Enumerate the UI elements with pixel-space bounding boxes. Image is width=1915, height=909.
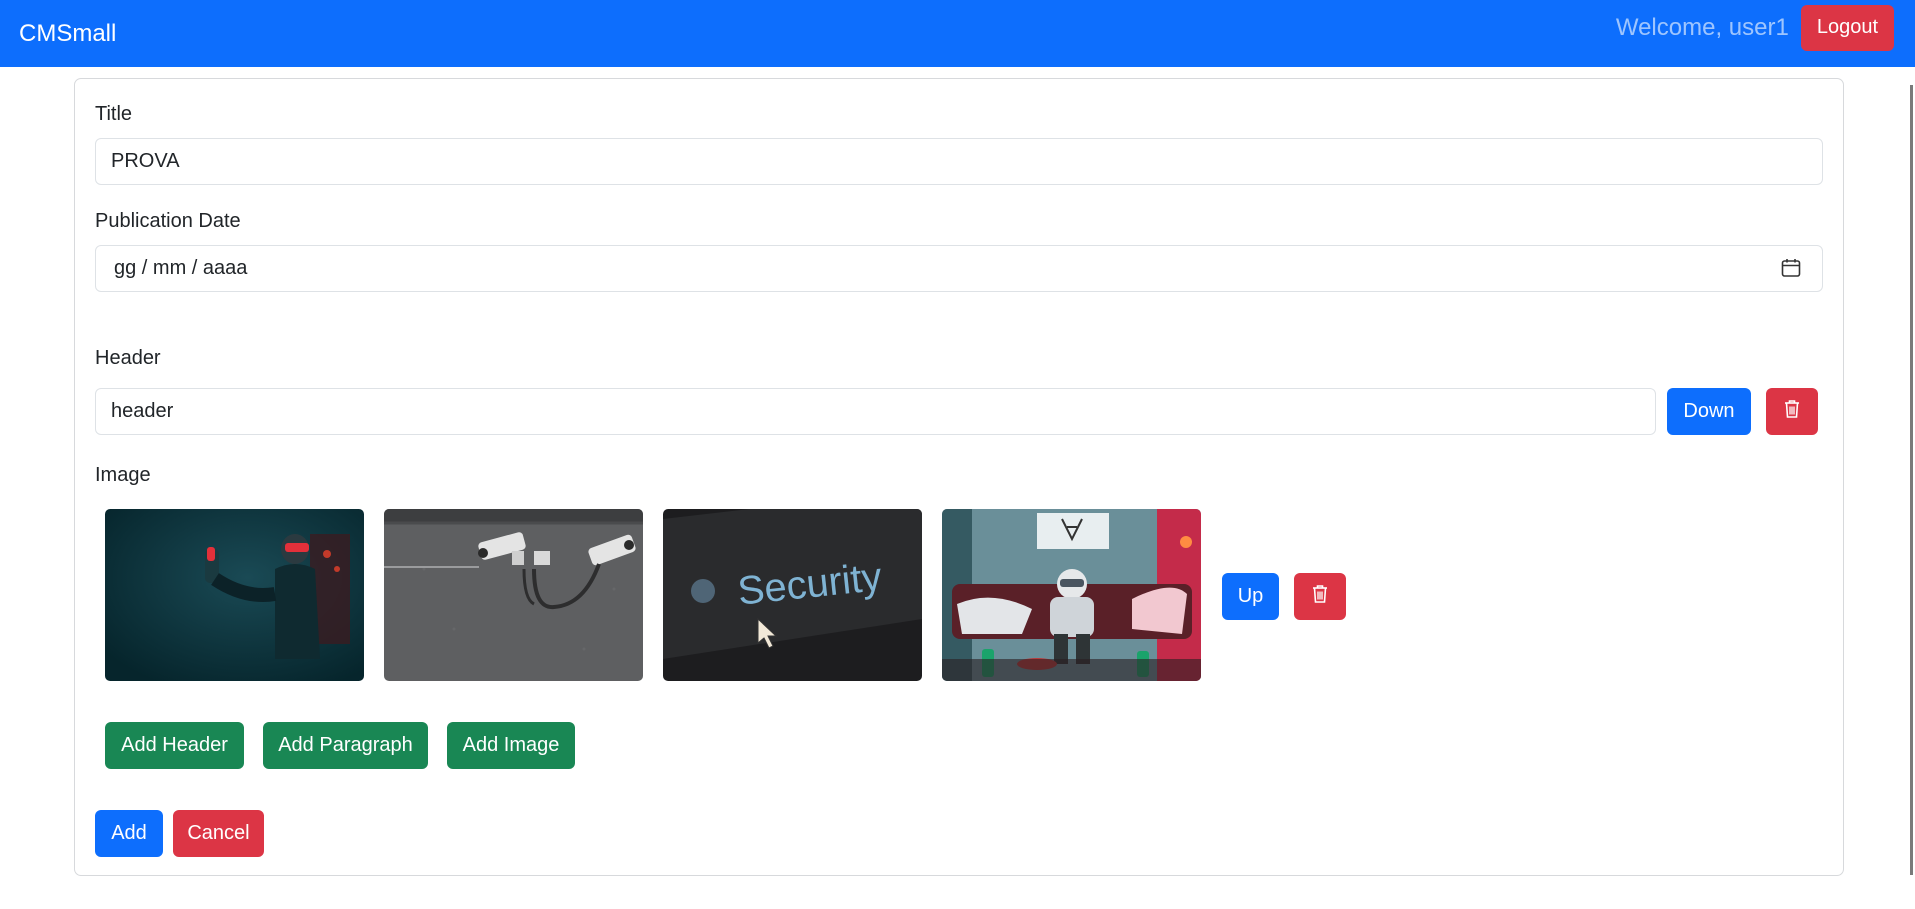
- publication-date-input[interactable]: gg / mm / aaaa: [95, 245, 1823, 292]
- header-block-label: Header: [95, 347, 161, 369]
- trash-icon: [1311, 584, 1329, 610]
- top-navbar: CMSmall Welcome, user1 Logout: [0, 0, 1915, 67]
- publication-date-label: Publication Date: [95, 210, 241, 232]
- astronaut-on-couch-image: [942, 509, 1201, 681]
- brand-logo[interactable]: CMSmall: [19, 20, 116, 48]
- move-up-button[interactable]: Up: [1222, 573, 1279, 620]
- add-paragraph-button[interactable]: Add Paragraph: [263, 722, 428, 769]
- page-scrollbar[interactable]: [1910, 85, 1913, 875]
- security-screen-cursor-image: Security: [663, 509, 922, 681]
- header-input[interactable]: header: [95, 388, 1656, 435]
- trash-icon: [1783, 399, 1801, 425]
- title-input-value: PROVA: [111, 150, 180, 172]
- add-image-button[interactable]: Add Image: [447, 722, 575, 769]
- calendar-icon[interactable]: [1781, 258, 1801, 278]
- add-header-button[interactable]: Add Header: [105, 722, 244, 769]
- title-input[interactable]: PROVA: [95, 138, 1823, 185]
- image-option-2[interactable]: [384, 509, 643, 681]
- move-down-button[interactable]: Down: [1667, 388, 1751, 435]
- header-input-value: header: [111, 400, 174, 422]
- image-option-4[interactable]: [942, 509, 1201, 681]
- image-option-3[interactable]: Security: [663, 509, 922, 681]
- image-option-1[interactable]: [105, 509, 364, 681]
- delete-header-button[interactable]: [1766, 388, 1818, 435]
- date-input-value: gg / mm / aaaa: [114, 257, 248, 279]
- submit-add-button[interactable]: Add: [95, 810, 163, 857]
- welcome-text: Welcome, user1: [1615, 13, 1789, 41]
- logout-button[interactable]: Logout: [1800, 4, 1894, 51]
- title-label: Title: [95, 103, 133, 125]
- delete-image-button[interactable]: [1294, 573, 1346, 620]
- image-block-label: Image: [95, 464, 151, 486]
- security-cameras-wall-image: [384, 509, 643, 681]
- vr-headset-woman-image: [105, 509, 364, 681]
- cancel-button[interactable]: Cancel: [173, 810, 264, 857]
- user-area: Welcome, user1 Logout: [1615, 4, 1894, 51]
- page-form-card: Title PROVA Publication Date gg / mm / a…: [74, 78, 1844, 876]
